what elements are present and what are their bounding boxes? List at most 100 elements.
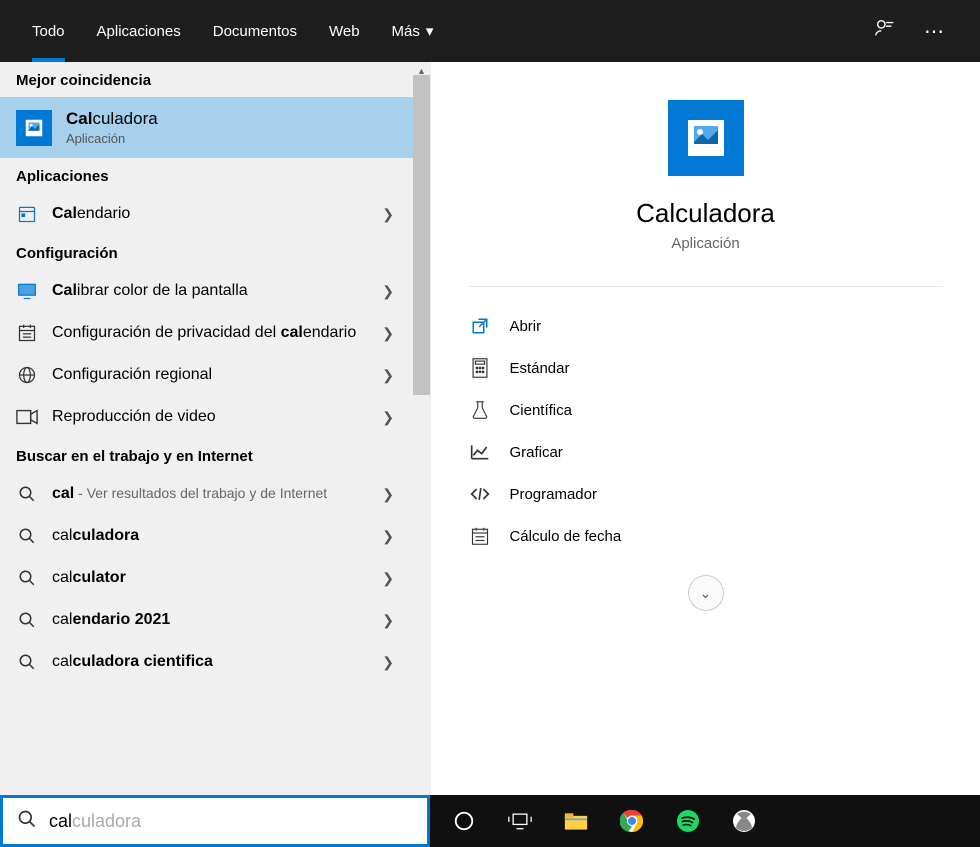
video-icon <box>16 406 38 428</box>
feedback-icon[interactable] <box>874 17 896 45</box>
search-autocomplete-hint: culadora <box>72 811 141 832</box>
app-icon <box>16 110 52 146</box>
action-standard[interactable]: Estándar <box>469 347 941 389</box>
action-label: Cálculo de fecha <box>509 528 621 545</box>
chevron-right-icon: ❯ <box>382 206 414 223</box>
search-icon <box>16 525 38 547</box>
taskbar-xbox[interactable] <box>720 797 768 845</box>
detail-actions: Abrir Estándar Científica Graficar Progr… <box>469 305 941 557</box>
best-match-item[interactable]: Calculadora Aplicación <box>0 97 430 158</box>
chevron-right-icon: ❯ <box>382 367 414 384</box>
tab-more-label: Más <box>392 23 420 40</box>
monitor-icon <box>16 280 38 302</box>
result-web-calculadora[interactable]: calculadora ❯ <box>0 515 430 557</box>
best-match-title: Calculadora <box>66 109 158 129</box>
search-icon <box>17 809 37 834</box>
result-calendario[interactable]: Calendario ❯ <box>0 193 430 235</box>
action-programmer[interactable]: Programador <box>469 473 941 515</box>
tab-docs-label: Documentos <box>213 23 297 40</box>
detail-subtitle: Aplicación <box>671 235 739 252</box>
taskbar-task-view[interactable] <box>496 797 544 845</box>
flask-icon <box>469 399 491 421</box>
taskbar-cortana[interactable] <box>440 797 488 845</box>
chevron-right-icon: ❯ <box>382 325 414 342</box>
search-typed-text: cal <box>49 811 72 832</box>
tab-docs[interactable]: Documentos <box>197 0 313 62</box>
result-label: calculadora <box>52 527 382 545</box>
taskbar-spotify[interactable] <box>664 797 712 845</box>
tab-apps-label: Aplicaciones <box>97 23 181 40</box>
result-label: calculadora cientifica <box>52 653 382 671</box>
expand-button[interactable]: ⌄ <box>688 575 724 611</box>
divider <box>469 286 941 287</box>
action-open[interactable]: Abrir <box>469 305 941 347</box>
action-graph[interactable]: Graficar <box>469 431 941 473</box>
action-date-calc[interactable]: Cálculo de fecha <box>469 515 941 557</box>
more-options-icon[interactable]: ⋯ <box>924 19 944 44</box>
chevron-right-icon: ❯ <box>382 654 414 671</box>
tab-all-label: Todo <box>32 23 65 40</box>
result-regional-config[interactable]: Configuración regional ❯ <box>0 354 430 396</box>
tab-web[interactable]: Web <box>313 0 376 62</box>
action-label: Estándar <box>509 360 569 377</box>
scrollbar-thumb[interactable] <box>413 75 430 395</box>
tab-web-label: Web <box>329 23 360 40</box>
taskbar-chrome[interactable] <box>608 797 656 845</box>
result-label: calculator <box>52 569 382 587</box>
result-label: Calendario <box>52 205 382 223</box>
chevron-right-icon: ❯ <box>382 570 414 587</box>
section-settings: Configuración <box>0 235 430 270</box>
chevron-right-icon: ❯ <box>382 409 414 426</box>
best-match-subtitle: Aplicación <box>66 131 158 146</box>
search-icon <box>16 609 38 631</box>
section-apps: Aplicaciones <box>0 158 430 193</box>
result-web-calculadora-cientifica[interactable]: calculadora cientifica ❯ <box>0 641 430 683</box>
section-best-match: Mejor coincidencia <box>0 62 430 97</box>
detail-panel: Calculadora Aplicación Abrir Estándar Ci… <box>430 62 980 847</box>
result-web-calendario-2021[interactable]: calendario 2021 ❯ <box>0 599 430 641</box>
result-calibrate-display[interactable]: Calibrar color de la pantalla ❯ <box>0 270 430 312</box>
calculator-icon <box>469 357 491 379</box>
search-icon <box>16 483 38 505</box>
result-label: Configuración de privacidad del calendar… <box>52 324 382 342</box>
result-label: calendario 2021 <box>52 611 382 629</box>
action-label: Científica <box>509 402 572 419</box>
code-icon <box>469 483 491 505</box>
action-label: Graficar <box>509 444 562 461</box>
action-label: Abrir <box>509 318 541 335</box>
section-web-search: Buscar en el trabajo y en Internet <box>0 438 430 473</box>
result-label: cal - Ver resultados del trabajo y de In… <box>52 485 382 503</box>
chevron-right-icon: ❯ <box>382 283 414 300</box>
result-label: Calibrar color de la pantalla <box>52 282 382 300</box>
chevron-right-icon: ❯ <box>382 486 414 503</box>
chevron-right-icon: ❯ <box>382 528 414 545</box>
open-icon <box>469 315 491 337</box>
search-input[interactable]: calculadora <box>0 795 430 847</box>
detail-app-icon <box>668 100 744 176</box>
calendar-icon <box>16 322 38 344</box>
result-video-playback[interactable]: Reproducción de video ❯ <box>0 396 430 438</box>
action-label: Programador <box>509 486 597 503</box>
search-icon <box>16 651 38 673</box>
result-web-cal[interactable]: cal - Ver resultados del trabajo y de In… <box>0 473 430 515</box>
search-tabs-bar: Todo Aplicaciones Documentos Web Más ▾ ⋯ <box>0 0 980 62</box>
tab-more[interactable]: Más ▾ <box>376 0 450 62</box>
chevron-down-icon: ▾ <box>426 22 434 40</box>
tab-apps[interactable]: Aplicaciones <box>81 0 197 62</box>
result-web-calculator[interactable]: calculator ❯ <box>0 557 430 599</box>
globe-icon <box>16 364 38 386</box>
calendar-app-icon <box>16 203 38 225</box>
search-icon <box>16 567 38 589</box>
calendar-icon <box>469 525 491 547</box>
result-label: Configuración regional <box>52 366 382 384</box>
action-scientific[interactable]: Científica <box>469 389 941 431</box>
result-label: Reproducción de video <box>52 408 382 426</box>
taskbar-file-explorer[interactable] <box>552 797 600 845</box>
result-calendar-privacy[interactable]: Configuración de privacidad del calendar… <box>0 312 430 354</box>
graph-icon <box>469 441 491 463</box>
chevron-down-icon: ⌄ <box>700 585 712 602</box>
chevron-right-icon: ❯ <box>382 612 414 629</box>
results-panel: Mejor coincidencia Calculadora Aplicació… <box>0 62 430 847</box>
scrollbar-track[interactable]: ▲ ▼ <box>413 62 430 847</box>
tab-all[interactable]: Todo <box>16 0 81 62</box>
